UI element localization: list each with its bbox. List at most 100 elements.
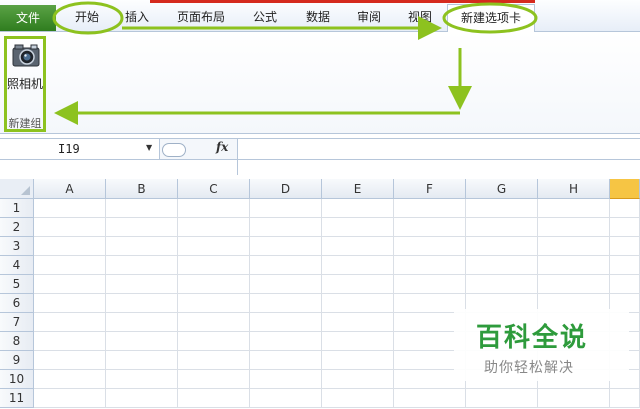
- grid-cell[interactable]: [178, 294, 250, 313]
- grid-cell[interactable]: [106, 313, 178, 332]
- column-header-e[interactable]: E: [322, 179, 394, 199]
- grid-cell[interactable]: [394, 389, 466, 408]
- tab-review[interactable]: 审阅: [347, 4, 391, 31]
- grid-cell[interactable]: [466, 237, 538, 256]
- grid-cell[interactable]: [34, 351, 106, 370]
- grid-cell[interactable]: [322, 237, 394, 256]
- grid-cell[interactable]: [322, 275, 394, 294]
- grid-cell[interactable]: [610, 199, 640, 218]
- camera-icon[interactable]: [12, 43, 40, 67]
- grid-cell[interactable]: [178, 275, 250, 294]
- grid-cell[interactable]: [538, 275, 610, 294]
- tab-view[interactable]: 视图: [398, 4, 442, 31]
- column-header-i-selected[interactable]: [610, 179, 640, 199]
- grid-cell[interactable]: [106, 237, 178, 256]
- grid-cell[interactable]: [178, 351, 250, 370]
- formula-input[interactable]: [238, 138, 640, 160]
- grid-cell[interactable]: [106, 351, 178, 370]
- grid-cell[interactable]: [34, 370, 106, 389]
- grid-cell[interactable]: [250, 275, 322, 294]
- row-header[interactable]: 10: [0, 370, 34, 389]
- tab-page-layout[interactable]: 页面布局: [168, 4, 234, 31]
- grid-cell[interactable]: [178, 237, 250, 256]
- grid-cell[interactable]: [250, 370, 322, 389]
- grid-cell[interactable]: [178, 370, 250, 389]
- grid-cell[interactable]: [610, 275, 640, 294]
- grid-cell[interactable]: [34, 332, 106, 351]
- grid-cell[interactable]: [106, 256, 178, 275]
- grid-cell[interactable]: [34, 275, 106, 294]
- grid-cell[interactable]: [34, 294, 106, 313]
- column-header-a[interactable]: A: [34, 179, 106, 199]
- column-header-b[interactable]: B: [106, 179, 178, 199]
- grid-cell[interactable]: [178, 332, 250, 351]
- grid-cell[interactable]: [610, 218, 640, 237]
- grid-cell[interactable]: [538, 256, 610, 275]
- grid-cell[interactable]: [34, 256, 106, 275]
- row-header[interactable]: 5: [0, 275, 34, 294]
- grid-cell[interactable]: [394, 275, 466, 294]
- camera-button-label[interactable]: 照相机: [7, 75, 43, 92]
- grid-cell[interactable]: [106, 389, 178, 408]
- grid-cell[interactable]: [178, 218, 250, 237]
- grid-cell[interactable]: [106, 370, 178, 389]
- grid-cell[interactable]: [394, 218, 466, 237]
- column-header-h[interactable]: H: [538, 179, 610, 199]
- column-header-g[interactable]: G: [466, 179, 538, 199]
- grid-cell[interactable]: [34, 237, 106, 256]
- grid-cell[interactable]: [538, 237, 610, 256]
- column-header-d[interactable]: D: [250, 179, 322, 199]
- grid-cell[interactable]: [250, 256, 322, 275]
- grid-cell[interactable]: [394, 237, 466, 256]
- grid-cell[interactable]: [106, 294, 178, 313]
- tab-home[interactable]: 开始: [62, 4, 112, 31]
- grid-cell[interactable]: [106, 199, 178, 218]
- column-header-c[interactable]: C: [178, 179, 250, 199]
- grid-cell[interactable]: [250, 332, 322, 351]
- grid-cell[interactable]: [322, 332, 394, 351]
- grid-cell[interactable]: [178, 389, 250, 408]
- row-header[interactable]: 2: [0, 218, 34, 237]
- grid-cell[interactable]: [466, 256, 538, 275]
- grid-cell[interactable]: [322, 351, 394, 370]
- grid-cell[interactable]: [34, 389, 106, 408]
- row-header[interactable]: 6: [0, 294, 34, 313]
- grid-cell[interactable]: [466, 275, 538, 294]
- tab-insert[interactable]: 插入: [115, 4, 159, 31]
- grid-cell[interactable]: [322, 294, 394, 313]
- tab-new-tab[interactable]: 新建选项卡: [447, 4, 535, 33]
- grid-cell[interactable]: [106, 218, 178, 237]
- grid-cell[interactable]: [250, 351, 322, 370]
- dropdown-arrow-icon[interactable]: ▼: [146, 143, 152, 152]
- grid-cell[interactable]: [610, 389, 640, 408]
- grid-cell[interactable]: [106, 332, 178, 351]
- grid-cell[interactable]: [538, 218, 610, 237]
- grid-cell[interactable]: [322, 313, 394, 332]
- grid-cell[interactable]: [178, 199, 250, 218]
- row-header[interactable]: 8: [0, 332, 34, 351]
- name-box[interactable]: I19 ▼: [0, 138, 160, 160]
- grid-cell[interactable]: [250, 218, 322, 237]
- grid-cell[interactable]: [466, 199, 538, 218]
- grid-cell[interactable]: [466, 218, 538, 237]
- grid-cell[interactable]: [250, 237, 322, 256]
- row-header[interactable]: 7: [0, 313, 34, 332]
- grid-cell[interactable]: [610, 256, 640, 275]
- grid-cell[interactable]: [250, 199, 322, 218]
- grid-cell[interactable]: [538, 199, 610, 218]
- grid-cell[interactable]: [322, 256, 394, 275]
- grid-cell[interactable]: [322, 218, 394, 237]
- column-header-f[interactable]: F: [394, 179, 466, 199]
- grid-cell[interactable]: [34, 313, 106, 332]
- grid-cell[interactable]: [394, 199, 466, 218]
- tab-data[interactable]: 数据: [296, 4, 340, 31]
- row-header[interactable]: 9: [0, 351, 34, 370]
- grid-cell[interactable]: [250, 389, 322, 408]
- row-header[interactable]: 4: [0, 256, 34, 275]
- row-header[interactable]: 1: [0, 199, 34, 218]
- grid-cell[interactable]: [610, 237, 640, 256]
- grid-cell[interactable]: [322, 199, 394, 218]
- formula-expand-handle[interactable]: [162, 143, 186, 157]
- insert-function-button[interactable]: fx: [216, 140, 228, 154]
- grid-cell[interactable]: [250, 294, 322, 313]
